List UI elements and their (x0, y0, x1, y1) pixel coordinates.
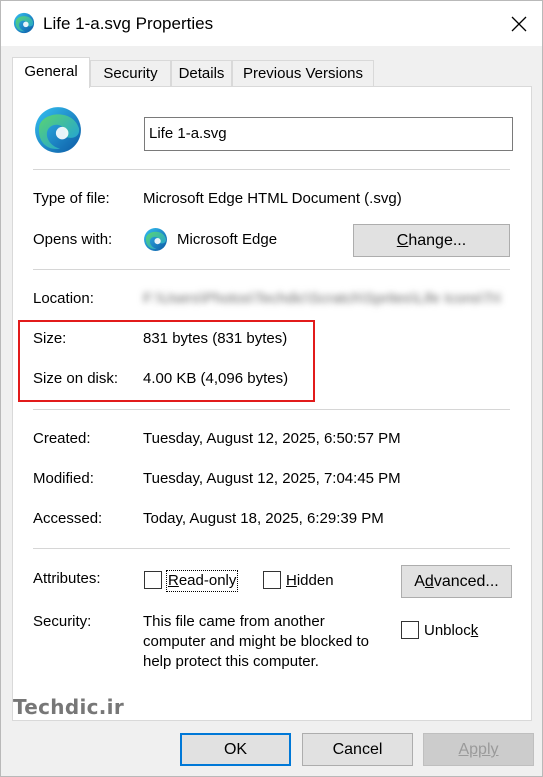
title-bar: Life 1-a.svg Properties (1, 1, 542, 46)
created-label: Created: (33, 430, 91, 447)
tab-security-label: Security (103, 65, 158, 82)
file-name-value: Life 1-a.svg (149, 125, 227, 142)
cancel-button[interactable]: Cancel (302, 733, 413, 766)
tab-general-label: General (24, 63, 78, 80)
properties-window: Life 1-a.svg Properties General Security… (0, 0, 543, 777)
location-label: Location: (33, 290, 94, 307)
apply-button[interactable]: Apply (423, 733, 534, 766)
change-button-text: hange... (408, 232, 467, 249)
read-only-access-key: R (168, 572, 179, 589)
divider (33, 409, 510, 410)
tab-general[interactable]: General (12, 57, 90, 88)
advanced-button[interactable]: Advanced... (401, 565, 512, 598)
cancel-button-label: Cancel (332, 741, 383, 758)
watermark: Techdic.ir (13, 695, 124, 719)
security-message: This file came from another computer and… (143, 612, 369, 672)
advanced-access-key: d (424, 573, 434, 590)
security-message-line: help protect this computer. (143, 653, 319, 670)
unblock-label-pre: Unbloc (424, 622, 471, 639)
hidden-label[interactable]: Hidden (286, 571, 334, 591)
opens-with-value: Microsoft Edge (177, 231, 278, 248)
security-message-line: This file came from another (143, 613, 325, 630)
read-only-label-text: ead-only (178, 572, 237, 589)
unblock-access-key: k (470, 622, 479, 639)
file-name-input[interactable]: Life 1-a.svg (144, 117, 513, 151)
divider (33, 548, 510, 549)
ok-button[interactable]: OK (180, 733, 291, 766)
edge-icon (13, 12, 35, 34)
close-button[interactable] (496, 1, 542, 46)
accessed-value: Today, August 18, 2025, 6:29:39 PM (143, 510, 384, 527)
type-of-file-label: Type of file: (33, 190, 110, 207)
hidden-label-text: idden (296, 572, 334, 589)
created-value: Tuesday, August 12, 2025, 6:50:57 PM (143, 430, 401, 447)
modified-label: Modified: (33, 470, 94, 487)
hidden-access-key: H (286, 572, 297, 589)
unblock-label[interactable]: Unblock (424, 621, 478, 641)
close-icon (511, 16, 527, 31)
apply-button-label: Apply (458, 741, 499, 758)
type-of-file-value: Microsoft Edge HTML Document (.svg) (143, 190, 402, 207)
tab-details-label: Details (178, 65, 225, 82)
size-on-disk-label: Size on disk: (33, 370, 119, 387)
tab-previous-versions-label: Previous Versions (242, 65, 364, 82)
security-message-line: computer and might be blocked to (143, 633, 369, 650)
size-label: Size: (33, 330, 67, 347)
file-edge-icon (33, 105, 83, 160)
size-value: 831 bytes (831 bytes) (143, 330, 288, 347)
read-only-checkbox[interactable] (144, 571, 162, 589)
tab-details[interactable]: Details (171, 60, 232, 87)
change-button[interactable]: Change... (353, 224, 510, 257)
tab-security[interactable]: Security (90, 60, 171, 87)
divider (33, 269, 510, 270)
hidden-checkbox[interactable] (263, 571, 281, 589)
general-panel: Life 1-a.svg Type of file: Microsoft Edg… (12, 86, 532, 721)
tab-previous-versions[interactable]: Previous Versions (232, 60, 374, 87)
change-button-access-key: C (396, 232, 409, 249)
unblock-checkbox[interactable] (401, 621, 419, 639)
read-only-label[interactable]: Read-only (165, 570, 239, 592)
size-on-disk-value: 4.00 KB (4,096 bytes) (143, 370, 289, 387)
edge-app-icon (143, 227, 168, 257)
modified-value: Tuesday, August 12, 2025, 7:04:45 PM (143, 470, 401, 487)
opens-with-label: Opens with: (33, 231, 113, 248)
ok-button-label: OK (223, 741, 248, 758)
divider (33, 169, 510, 170)
accessed-label: Accessed: (33, 510, 103, 527)
location-value: F:\Users\Photos\Techdic\Scratch\Sprites\… (143, 290, 501, 307)
advanced-button-pre: A (414, 573, 425, 590)
attributes-label: Attributes: (33, 570, 101, 587)
security-label: Security: (33, 613, 92, 630)
advanced-button-text: vanced... (433, 573, 499, 590)
window-title: Life 1-a.svg Properties (43, 14, 214, 33)
